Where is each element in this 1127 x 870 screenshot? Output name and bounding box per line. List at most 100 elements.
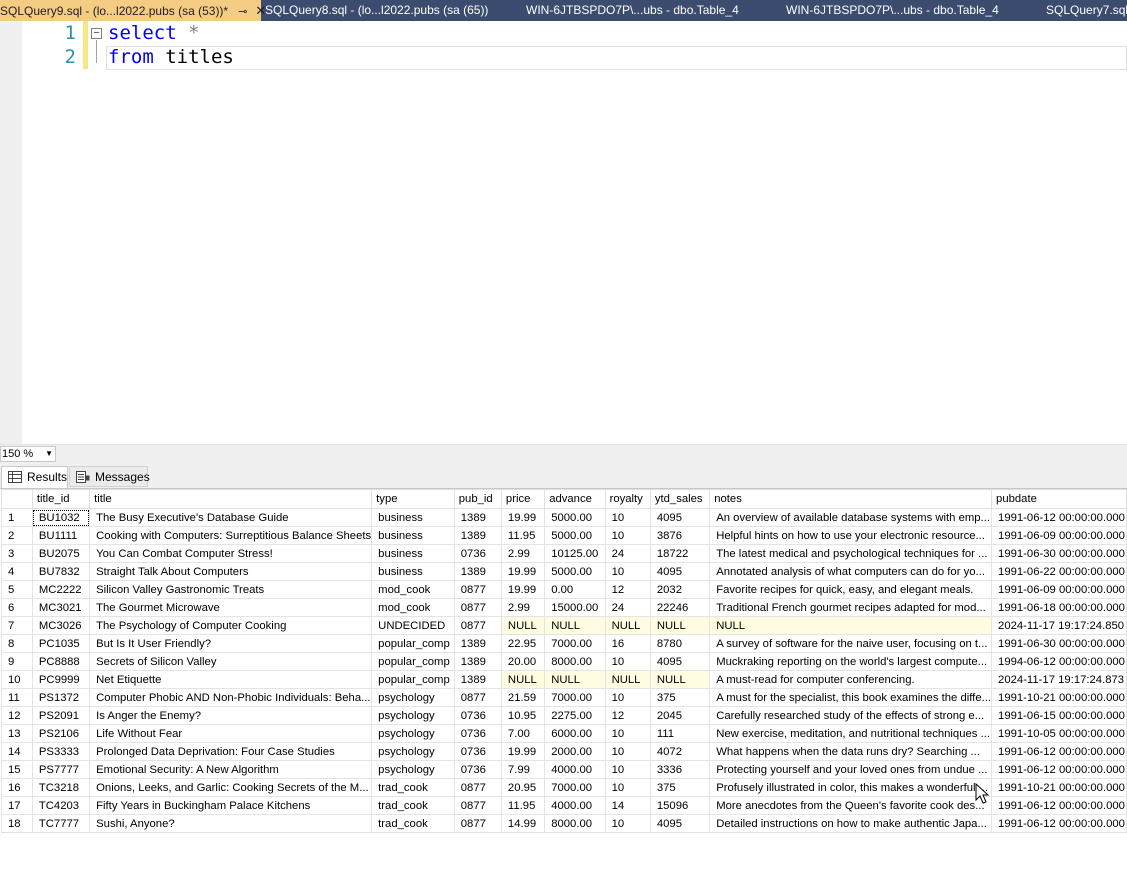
- grid-cell-title-id[interactable]: BU1111: [31, 526, 91, 545]
- grid-cell-notes[interactable]: A must-read for computer conferencing.: [709, 670, 993, 689]
- grid-cell-title[interactable]: Net Etiquette: [89, 670, 373, 689]
- grid-cell-notes[interactable]: More anecdotes from the Queen's favorite…: [709, 796, 993, 815]
- grid-cell-type[interactable]: popular_comp: [371, 634, 455, 653]
- grid-cell-title-id[interactable]: BU7832: [31, 562, 91, 581]
- table-row[interactable]: 12 PS2091 Is Anger the Enemy? psychology 073…: [1, 706, 1127, 725]
- grid-cell-title[interactable]: Fifty Years in Buckingham Palace Kitchen…: [89, 796, 373, 815]
- grid-cell-price[interactable]: 7.99: [500, 760, 546, 779]
- grid-cell-price[interactable]: 19.99: [500, 580, 546, 599]
- grid-cell-royalty[interactable]: 10: [604, 652, 651, 671]
- row-number[interactable]: 8: [1, 634, 33, 653]
- grid-cell-pub-id[interactable]: 0736: [453, 742, 502, 761]
- grid-cell-price[interactable]: 11.95: [500, 526, 546, 545]
- grid-cell-type[interactable]: trad_cook: [371, 778, 455, 797]
- grid-cell-price[interactable]: 21.59: [500, 688, 546, 707]
- grid-cell-ytd-sales[interactable]: 3336: [649, 760, 711, 779]
- grid-cell-title[interactable]: Onions, Leeks, and Garlic: Cooking Secre…: [89, 778, 373, 797]
- grid-cell-type[interactable]: popular_comp: [371, 652, 455, 671]
- tab-table4-a[interactable]: WIN-6JTBSPDO7P\...ubs - dbo.Table_4: [526, 0, 739, 21]
- grid-cell-advance[interactable]: NULL: [544, 616, 606, 635]
- grid-cell-notes[interactable]: The latest medical and psychological tec…: [709, 544, 993, 563]
- grid-cell-ytd-sales[interactable]: 22246: [649, 598, 711, 617]
- code-line-2[interactable]: from titles: [108, 46, 234, 68]
- grid-cell-pubdate[interactable]: 1991-06-12 00:00:00.000: [991, 742, 1127, 761]
- grid-cell-title-id[interactable]: PS1372: [31, 688, 91, 707]
- grid-cell-pub-id[interactable]: 0736: [453, 706, 502, 725]
- grid-cell-advance[interactable]: 5000.00: [544, 562, 606, 581]
- grid-cell-ytd-sales[interactable]: 4072: [649, 742, 711, 761]
- grid-cell-notes[interactable]: New exercise, meditation, and nutritiona…: [709, 724, 993, 743]
- grid-cell-type[interactable]: psychology: [371, 724, 455, 743]
- query-editor[interactable]: 1 2 − select * from titles: [0, 21, 1127, 444]
- row-number-header[interactable]: [1, 489, 33, 509]
- table-row[interactable]: 5 MC2222 Silicon Valley Gastronomic Treats…: [1, 580, 1127, 599]
- column-header[interactable]: advance: [544, 489, 606, 509]
- row-number[interactable]: 15: [1, 760, 33, 779]
- grid-cell-type[interactable]: business: [371, 562, 455, 581]
- grid-cell-pub-id[interactable]: 1389: [453, 652, 502, 671]
- tab-sqlquery7[interactable]: SQLQuery7.sql: [1046, 0, 1127, 21]
- grid-cell-pub-id[interactable]: 0877: [453, 616, 502, 635]
- grid-cell-title[interactable]: But Is It User Friendly?: [89, 634, 373, 653]
- grid-cell-ytd-sales[interactable]: 375: [649, 778, 711, 797]
- grid-cell-price[interactable]: 2.99: [500, 598, 546, 617]
- grid-cell-advance[interactable]: 15000.00: [544, 598, 606, 617]
- grid-cell-pubdate[interactable]: 1991-06-12 00:00:00.000: [991, 760, 1127, 779]
- grid-cell-title-id[interactable]: MC3021: [31, 598, 91, 617]
- grid-cell-ytd-sales[interactable]: 111: [649, 724, 711, 743]
- grid-cell-title[interactable]: Is Anger the Enemy?: [89, 706, 373, 725]
- table-row[interactable]: 2 BU1111 Cooking with Computers: Surreptit…: [1, 526, 1127, 545]
- grid-cell-ytd-sales[interactable]: 4095: [649, 562, 711, 581]
- grid-cell-title[interactable]: Computer Phobic AND Non-Phobic Individua…: [89, 688, 373, 707]
- grid-cell-notes[interactable]: What happens when the data runs dry? Sea…: [709, 742, 993, 761]
- grid-cell-royalty[interactable]: 10: [604, 724, 651, 743]
- grid-cell-pub-id[interactable]: 1389: [453, 508, 502, 527]
- table-row[interactable]: 3 BU2075 You Can Combat Computer Stress! bu…: [1, 544, 1127, 563]
- row-number[interactable]: 11: [1, 688, 33, 707]
- tab-sqlquery9[interactable]: SQLQuery9.sql - (lo...l2022.pubs (sa (53…: [0, 0, 266, 21]
- grid-cell-price[interactable]: 19.99: [500, 508, 546, 527]
- grid-cell-pub-id[interactable]: 0736: [453, 724, 502, 743]
- tab-results[interactable]: Results: [1, 466, 68, 488]
- grid-cell-advance[interactable]: 5000.00: [544, 526, 606, 545]
- grid-cell-pub-id[interactable]: 0877: [453, 598, 502, 617]
- grid-cell-title[interactable]: Emotional Security: A New Algorithm: [89, 760, 373, 779]
- grid-cell-title[interactable]: Life Without Fear: [89, 724, 373, 743]
- table-row[interactable]: 8 PC1035 But Is It User Friendly? popular_c…: [1, 634, 1127, 653]
- grid-cell-advance[interactable]: 4000.00: [544, 760, 606, 779]
- grid-cell-royalty[interactable]: 16: [604, 634, 651, 653]
- grid-cell-notes[interactable]: Favorite recipes for quick, easy, and el…: [709, 580, 993, 599]
- grid-cell-title-id[interactable]: BU2075: [31, 544, 91, 563]
- table-row[interactable]: 18 TC7777 Sushi, Anyone? trad_cook 0877 14.99…: [1, 814, 1127, 833]
- grid-cell-title[interactable]: You Can Combat Computer Stress!: [89, 544, 373, 563]
- grid-cell-notes[interactable]: Traditional French gourmet recipes adapt…: [709, 598, 993, 617]
- grid-cell-price[interactable]: 20.00: [500, 652, 546, 671]
- grid-cell-advance[interactable]: 8000.00: [544, 814, 606, 833]
- grid-cell-royalty[interactable]: 10: [604, 760, 651, 779]
- grid-cell-pub-id[interactable]: 1389: [453, 634, 502, 653]
- grid-cell-price[interactable]: NULL: [500, 670, 546, 689]
- grid-cell-title[interactable]: Secrets of Silicon Valley: [89, 652, 373, 671]
- row-number[interactable]: 5: [1, 580, 33, 599]
- grid-cell-title[interactable]: Silicon Valley Gastronomic Treats: [89, 580, 373, 599]
- grid-cell-pub-id[interactable]: 0877: [453, 688, 502, 707]
- grid-cell-ytd-sales[interactable]: 2045: [649, 706, 711, 725]
- grid-cell-pub-id[interactable]: 0877: [453, 796, 502, 815]
- grid-cell-price[interactable]: 22.95: [500, 634, 546, 653]
- grid-cell-notes[interactable]: Detailed instructions on how to make aut…: [709, 814, 993, 833]
- grid-cell-ytd-sales[interactable]: 3876: [649, 526, 711, 545]
- table-row[interactable]: 9 PC8888 Secrets of Silicon Valley popular_…: [1, 652, 1127, 671]
- row-number[interactable]: 1: [1, 508, 33, 527]
- pin-icon[interactable]: ⊸: [238, 2, 247, 21]
- grid-cell-price[interactable]: 19.99: [500, 742, 546, 761]
- column-header[interactable]: ytd_sales: [649, 489, 711, 509]
- grid-cell-royalty[interactable]: NULL: [604, 670, 651, 689]
- grid-cell-pubdate[interactable]: 1994-06-12 00:00:00.000: [991, 652, 1127, 671]
- grid-cell-royalty[interactable]: 24: [604, 598, 651, 617]
- grid-cell-pub-id[interactable]: 0736: [453, 760, 502, 779]
- results-grid[interactable]: title_id title type pub_id price advance…: [0, 488, 1127, 870]
- zoom-select[interactable]: 150 % ▼: [0, 446, 56, 462]
- row-number[interactable]: 16: [1, 778, 33, 797]
- grid-cell-type[interactable]: UNDECIDED: [371, 616, 455, 635]
- table-row[interactable]: 14 PS3333 Prolonged Data Deprivation: Four…: [1, 742, 1127, 761]
